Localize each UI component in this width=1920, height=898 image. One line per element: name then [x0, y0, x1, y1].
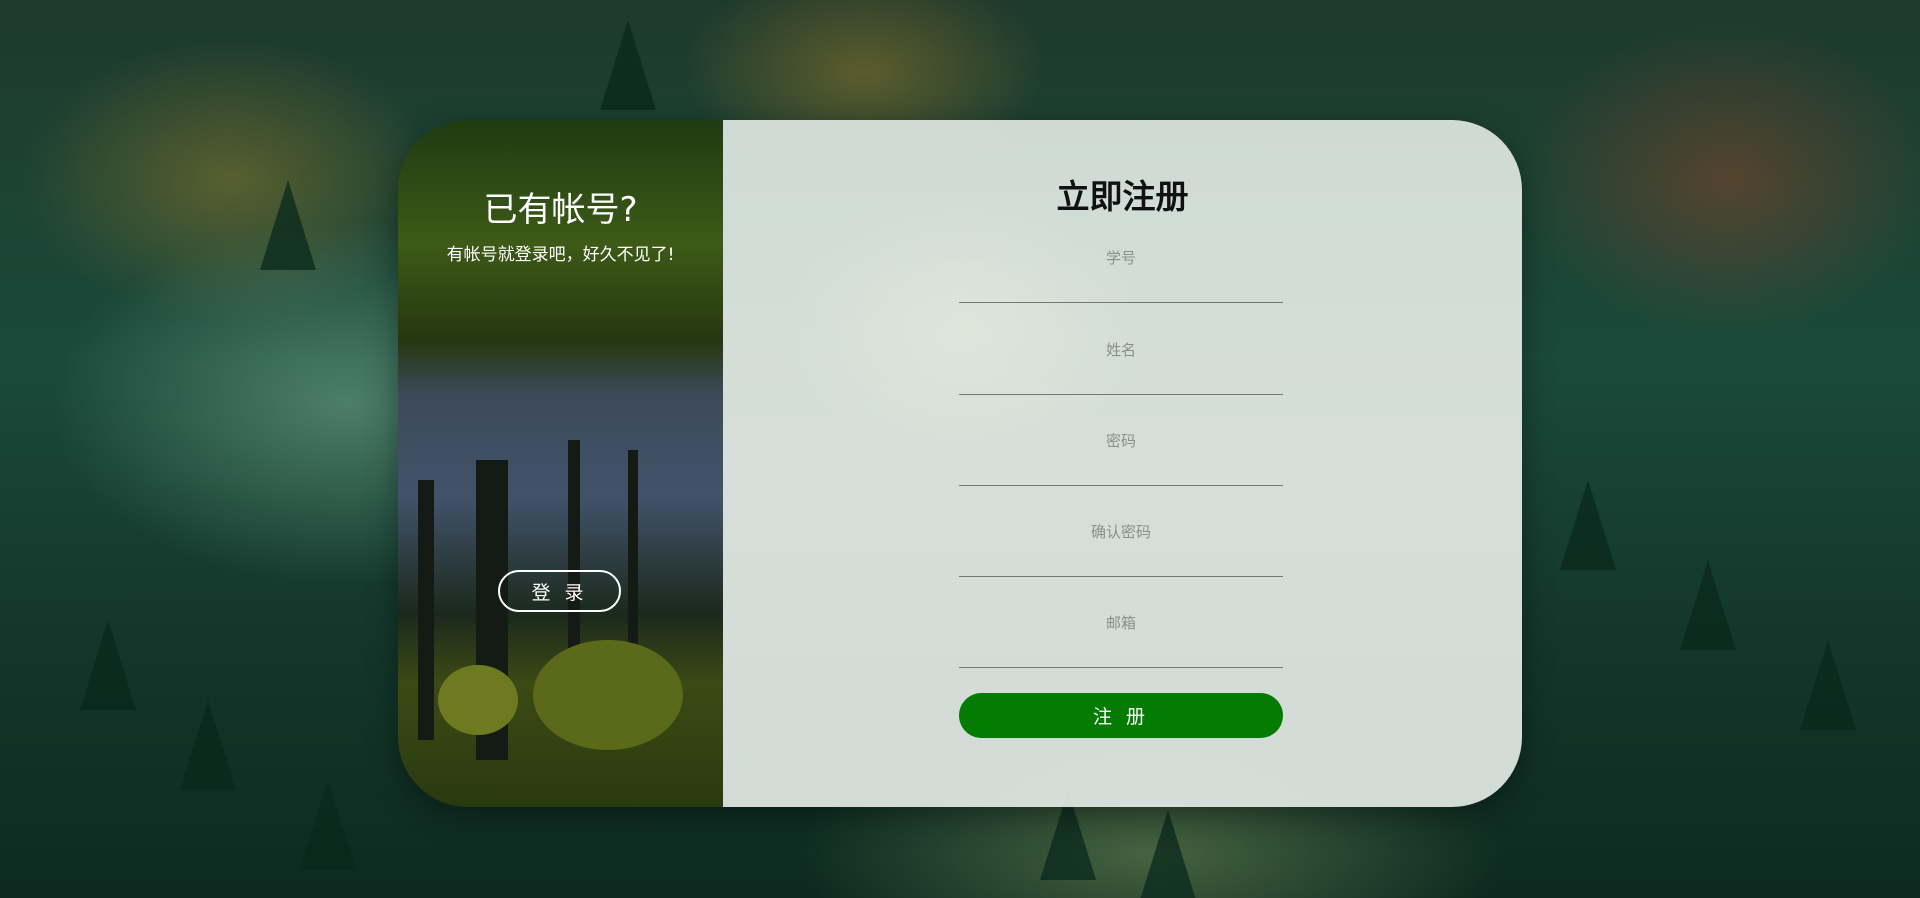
- login-prompt-panel: 已有帐号? 有帐号就登录吧，好久不见了! 登 录: [398, 120, 723, 807]
- register-title: 立即注册: [1056, 177, 1189, 216]
- password-input[interactable]: [959, 425, 1283, 485]
- auth-card: 已有帐号? 有帐号就登录吧，好久不见了! 登 录 立即注册 注 册: [398, 120, 1522, 807]
- tree-shape: [1560, 480, 1616, 570]
- tree-shape: [80, 620, 136, 710]
- password-field-wrapper: [959, 425, 1283, 486]
- login-button[interactable]: 登 录: [498, 570, 621, 612]
- name-input[interactable]: [959, 334, 1283, 394]
- confirm-password-input[interactable]: [959, 516, 1283, 576]
- tree-shape: [1800, 640, 1856, 730]
- tree-shape: [1680, 560, 1736, 650]
- login-prompt-title: 已有帐号?: [483, 190, 638, 230]
- register-button[interactable]: 注 册: [959, 693, 1283, 738]
- tree-shape: [1140, 810, 1196, 898]
- student-id-input[interactable]: [959, 242, 1283, 302]
- login-prompt-subtitle: 有帐号就登录吧，好久不见了!: [446, 245, 675, 265]
- tree-shape: [600, 20, 656, 110]
- bush: [438, 665, 518, 735]
- email-input[interactable]: [959, 607, 1283, 667]
- student-id-field-wrapper: [959, 242, 1283, 303]
- tree-shape: [260, 180, 316, 270]
- tree-shape: [300, 780, 356, 870]
- tree-shape: [180, 700, 236, 790]
- name-field-wrapper: [959, 334, 1283, 395]
- confirm-password-field-wrapper: [959, 516, 1283, 577]
- email-field-wrapper: [959, 607, 1283, 668]
- register-panel: 立即注册 注 册: [723, 120, 1522, 807]
- bush: [533, 640, 683, 750]
- tree-trunk: [418, 480, 434, 740]
